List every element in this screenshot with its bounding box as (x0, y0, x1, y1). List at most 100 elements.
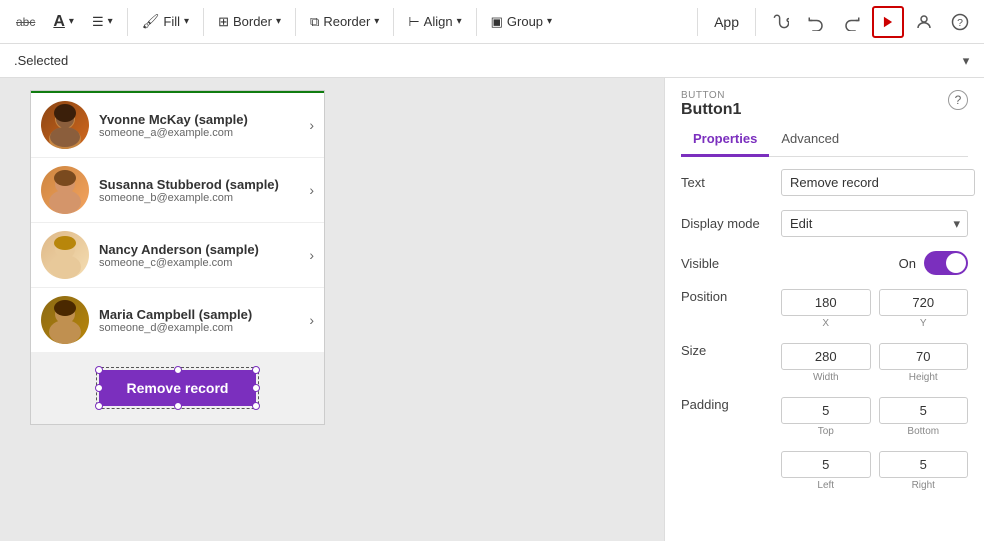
padding-row-lr: Left Right (681, 451, 968, 491)
formula-dropdown[interactable]: ▾ (956, 47, 976, 75)
contact-info: Susanna Stubberod (sample) someone_b@exa… (99, 177, 309, 204)
align-btn[interactable]: ⊢ Align ▾ (400, 10, 469, 34)
visible-row: Visible On (681, 251, 968, 275)
visible-label: Visible (681, 256, 781, 271)
font-btn[interactable]: A ▾ (45, 9, 82, 35)
paragraph-btn[interactable]: ☰ ▾ (84, 10, 121, 34)
contact-item[interactable]: Maria Campbell (sample) someone_d@exampl… (31, 288, 324, 352)
remove-record-button[interactable]: Remove record (99, 370, 257, 406)
size-inputs: Width Height (781, 343, 968, 383)
avatar (41, 231, 89, 279)
contact-item[interactable]: Nancy Anderson (sample) someone_c@exampl… (31, 223, 324, 288)
padding-row-tb: Padding Top Bottom (681, 397, 968, 437)
padding-bottom-field: Bottom (879, 397, 969, 437)
padding-top-label: Top (818, 426, 834, 437)
handle-tm[interactable] (174, 366, 182, 374)
chevron-right-icon: › (309, 182, 314, 198)
formula-input[interactable] (8, 51, 956, 70)
display-mode-row: Display mode Edit View Disabled ▾ (681, 210, 968, 237)
border-btn[interactable]: ⊞ Border ▾ (210, 10, 289, 34)
undo-btn[interactable] (800, 6, 832, 38)
handle-bl[interactable] (95, 402, 103, 410)
fill-btn[interactable]: 🖌 Fill ▾ (134, 9, 197, 34)
tab-properties[interactable]: Properties (681, 123, 769, 157)
group-btn[interactable]: ▣ Group ▾ (483, 10, 560, 34)
group-icon: ▣ (491, 14, 503, 30)
contact-item[interactable]: Susanna Stubberod (sample) someone_b@exa… (31, 158, 324, 223)
main-area: Yvonne McKay (sample) someone_a@example.… (0, 78, 984, 541)
text-input[interactable] (781, 169, 975, 196)
panel-type: BUTTON (681, 90, 968, 101)
padding-top-field: Top (781, 397, 871, 437)
stethoscope-btn[interactable] (764, 6, 796, 38)
padding-inputs-tb: Top Bottom (781, 397, 968, 437)
contact-email: someone_b@example.com (99, 192, 309, 204)
handle-tl[interactable] (95, 366, 103, 374)
align-label: Align (424, 14, 453, 29)
play-btn[interactable] (872, 6, 904, 38)
sep7 (755, 8, 756, 36)
size-height-input[interactable] (879, 343, 969, 370)
padding-left-input[interactable] (781, 451, 871, 478)
border-caret: ▾ (276, 16, 281, 27)
border-label: Border (233, 14, 272, 29)
contact-item[interactable]: Yvonne McKay (sample) someone_a@example.… (31, 91, 324, 158)
panel-body: Text Display mode Edit View Disabled ▾ V… (665, 157, 984, 541)
size-label: Size (681, 343, 781, 358)
pos-x-field: X (781, 289, 871, 329)
strikethrough-btn[interactable]: abc (8, 11, 43, 33)
remove-btn-container: Remove record (31, 352, 324, 424)
contact-email: someone_d@example.com (99, 322, 309, 334)
border-icon: ⊞ (218, 14, 229, 30)
padding-left-field: Left (781, 451, 871, 491)
contact-list: Yvonne McKay (sample) someone_a@example.… (31, 91, 324, 352)
visible-toggle[interactable] (924, 251, 968, 275)
group-label: Group (507, 14, 543, 29)
handle-tr[interactable] (252, 366, 260, 374)
font-icon: A (53, 13, 65, 31)
visible-state: On (899, 256, 916, 271)
avatar (41, 101, 89, 149)
chevron-right-icon: › (309, 117, 314, 133)
size-width-input[interactable] (781, 343, 871, 370)
reorder-icon: ⧉ (310, 14, 319, 30)
paragraph-icon: ☰ (92, 14, 104, 30)
display-mode-wrapper: Edit View Disabled ▾ (781, 210, 968, 237)
sep4 (393, 8, 394, 36)
padding-right-field: Right (879, 451, 969, 491)
contact-name: Nancy Anderson (sample) (99, 242, 309, 257)
padding-right-label: Right (912, 480, 935, 491)
pos-y-label: Y (920, 318, 927, 329)
sep6 (697, 8, 698, 36)
sep1 (127, 8, 128, 36)
padding-left-label: Left (817, 480, 834, 491)
paragraph-caret: ▾ (108, 16, 113, 27)
account-btn[interactable] (908, 6, 940, 38)
padding-bottom-input[interactable] (879, 397, 969, 424)
padding-right-input[interactable] (879, 451, 969, 478)
redo-btn[interactable] (836, 6, 868, 38)
handle-ml[interactable] (95, 384, 103, 392)
app-canvas: Yvonne McKay (sample) someone_a@example.… (30, 90, 325, 425)
app-label: App (706, 14, 747, 30)
reorder-label: Reorder (323, 14, 370, 29)
pos-y-field: Y (879, 289, 969, 329)
pos-x-input[interactable] (781, 289, 871, 316)
padding-top-input[interactable] (781, 397, 871, 424)
formula-bar: ▾ (0, 44, 984, 78)
handle-mr[interactable] (252, 384, 260, 392)
tab-advanced[interactable]: Advanced (769, 123, 851, 157)
help-icon[interactable]: ? (948, 90, 968, 110)
help-btn[interactable]: ? (944, 6, 976, 38)
sep3 (295, 8, 296, 36)
handle-br[interactable] (252, 402, 260, 410)
pos-y-input[interactable] (879, 289, 969, 316)
display-mode-select[interactable]: Edit View Disabled (781, 210, 968, 237)
handle-bm[interactable] (174, 402, 182, 410)
reorder-btn[interactable]: ⧉ Reorder ▾ (302, 10, 387, 34)
position-label: Position (681, 289, 781, 304)
position-row: Position X Y (681, 289, 968, 329)
padding-label: Padding (681, 397, 781, 412)
fill-icon: 🖌 (142, 13, 160, 30)
pos-x-label: X (822, 318, 829, 329)
